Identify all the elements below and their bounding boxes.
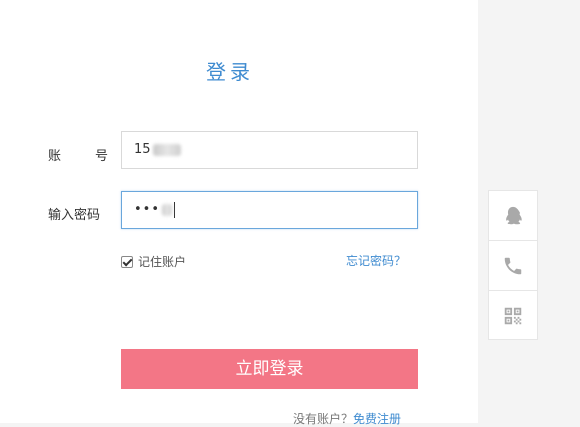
account-label: 账 号 (48, 145, 108, 164)
phone-icon (504, 257, 522, 274)
register-link[interactable]: 免费注册 (353, 412, 401, 426)
phone-login-button[interactable] (489, 241, 537, 291)
password-value: ••• (134, 202, 161, 217)
password-input[interactable]: ••• (121, 191, 418, 229)
forgot-password-link[interactable]: 忘记密码？ (346, 252, 406, 269)
text-caret (174, 201, 176, 218)
login-title: 登录 (206, 60, 254, 84)
login-panel: 登录 账 号 15 输入密码 ••• 记住账户 忘记密码？ 立即登录 没有账户？… (0, 0, 478, 426)
password-value-blurred (162, 203, 173, 216)
qr-code-login-button[interactable] (489, 291, 537, 340)
no-account-text: 没有账户？ (293, 412, 354, 426)
register-prompt: 没有账户？免费注册 (293, 410, 401, 427)
password-label: 输入密码 (48, 208, 101, 223)
account-input[interactable]: 15 (121, 131, 418, 169)
qr-code-icon (504, 307, 522, 324)
qq-login-button[interactable] (489, 191, 537, 241)
login-button[interactable]: 立即登录 (121, 349, 418, 389)
remember-label: 记住账户 (138, 255, 187, 269)
account-label-right: 号 (94, 149, 108, 164)
remember-account[interactable]: 记住账户 (121, 253, 186, 270)
account-value-blurred (152, 143, 181, 156)
qq-icon (506, 206, 522, 224)
alt-login-panel (488, 190, 538, 340)
account-value: 15 (134, 142, 151, 157)
remember-checkbox[interactable] (121, 255, 133, 268)
account-label-left: 账 (48, 149, 62, 164)
